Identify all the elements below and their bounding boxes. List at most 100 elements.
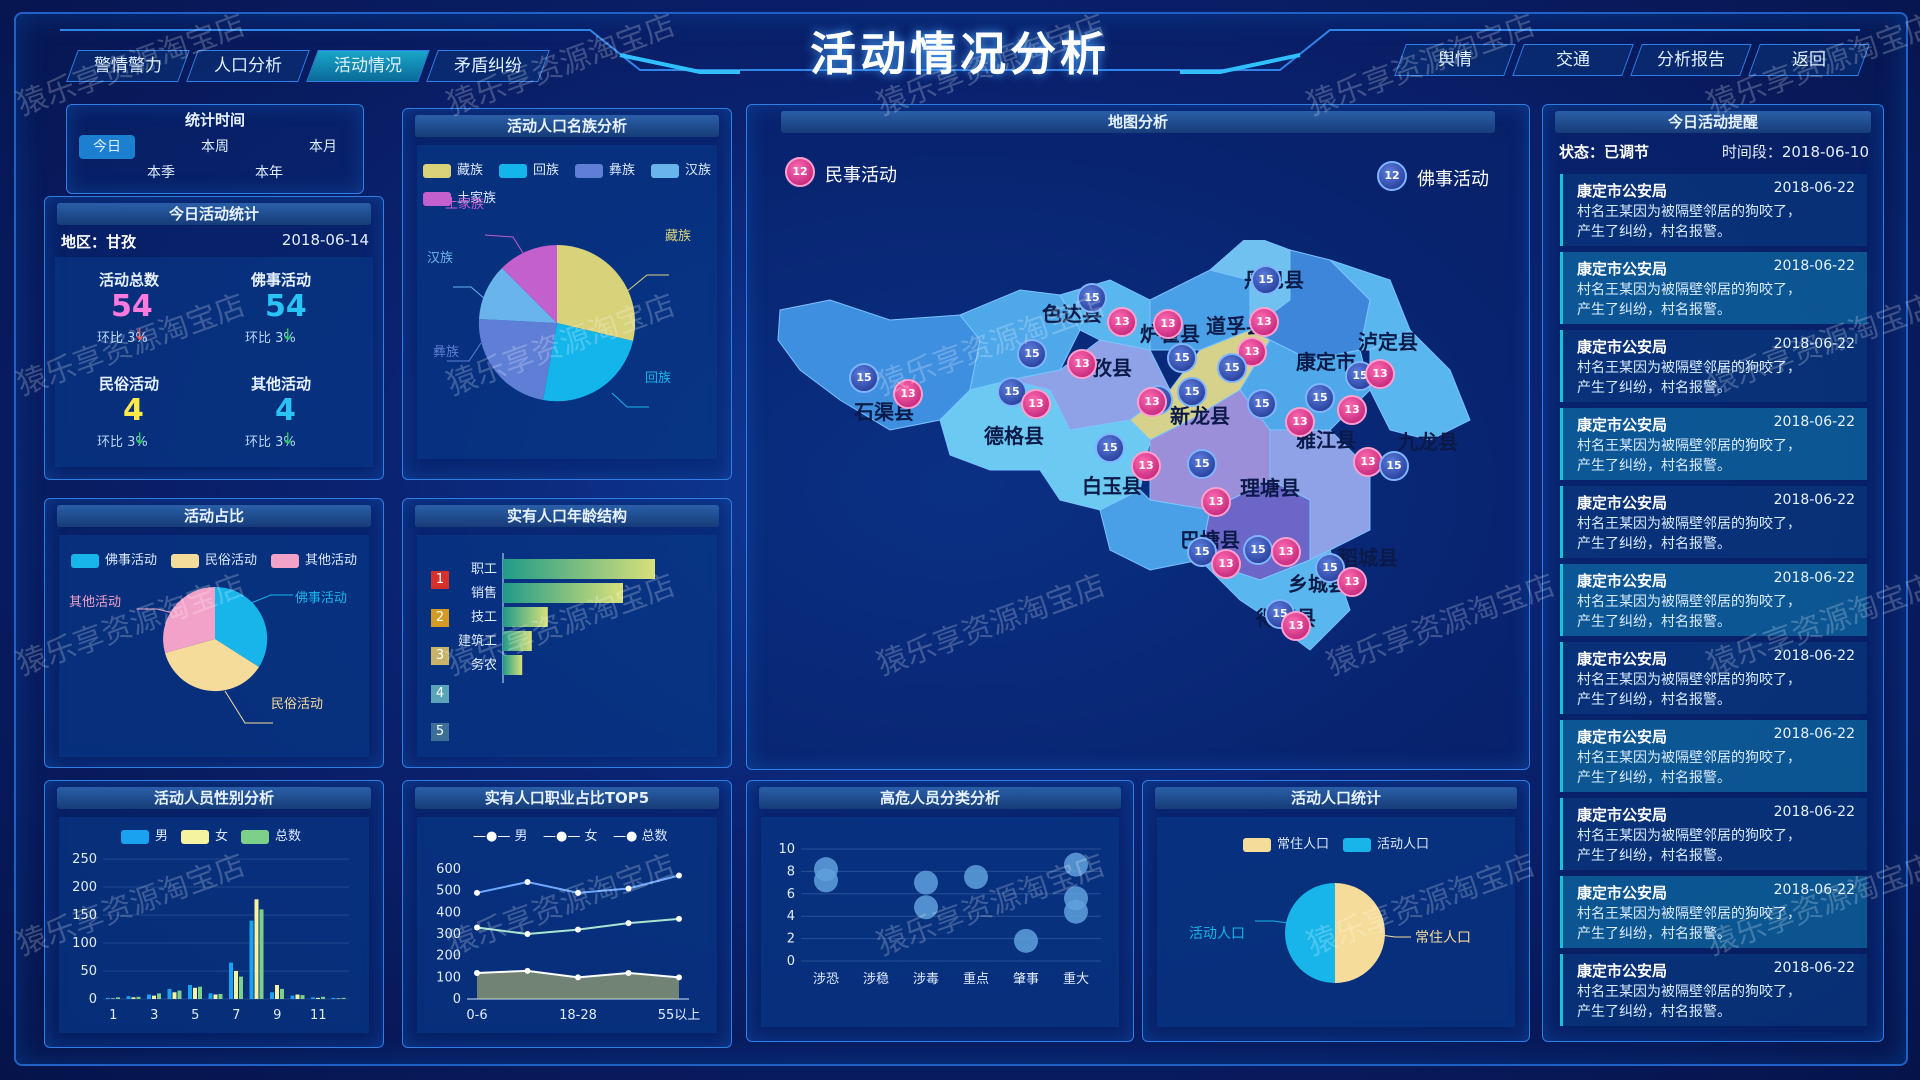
gender-bar [218,993,223,999]
reminder-item[interactable]: 康定市公安局 2018-06-22 村名王某因为被隔壁邻居的狗咬了，产生了纠纷，村名… [1560,252,1867,324]
tab-police[interactable]: 警情警力 [66,50,190,82]
reminder-item[interactable]: 康定市公安局 2018-06-22 村名王某因为被隔壁邻居的狗咬了，产生了纠纷，村名… [1560,330,1867,402]
reminder-text: 村名王某因为被隔壁邻居的狗咬了，产生了纠纷，村名报警。 [1577,360,1801,396]
reminder-item[interactable]: 康定市公安局 2018-06-22 村名王某因为被隔壁邻居的狗咬了，产生了纠纷，村名… [1560,174,1867,246]
reminder-title: 今日活动提醒 [1555,111,1871,133]
legend-other: 其他活动 [271,549,357,568]
buddhist-activity-marker[interactable]: 15 [1247,389,1277,419]
occupation-title: 实有人口职业占比TOP5 [415,787,719,809]
reminder-date: 2018-06-22 [1773,492,1855,508]
gender-bar-chart: 250 200 150 100 50 01 3 5 7 9 11 [72,852,349,1023]
buddhist-activity-marker[interactable]: 15 [1167,343,1197,373]
gender-bar [270,992,274,999]
buddhist-activity-marker[interactable]: 15 [1077,283,1107,313]
buddhist-activity-marker[interactable]: 15 [849,363,879,393]
time-option-today[interactable]: 今日 [79,135,135,159]
tab-population[interactable]: 人口分析 [186,50,310,82]
gender-bar [249,920,254,999]
buddhist-activity-marker[interactable]: 15 [1379,451,1409,481]
risk-point [914,870,938,895]
reminder-item[interactable]: 康定市公安局 2018-06-22 村名王某因为被隔壁邻居的狗咬了，产生了纠纷，村名… [1560,486,1867,558]
civil-activity-marker[interactable]: 13 [1337,567,1367,597]
gender-bar [147,994,151,999]
buddhist-activity-marker[interactable]: 15 [1251,265,1281,295]
tab-traffic[interactable]: 交通 [1512,44,1634,76]
reminder-date: 2018-06-22 [1773,804,1855,820]
series-male-point [676,872,682,879]
reminder-item[interactable]: 康定市公安局 2018-06-22 村名王某因为被隔壁邻居的狗咬了，产生了纠纷，村名… [1560,720,1867,792]
civil-activity-marker[interactable]: 13 [1021,389,1051,419]
civil-activity-marker[interactable]: 13 [1201,487,1231,517]
time-option-week[interactable]: 本周 [187,135,243,159]
tab-public-opinion[interactable]: 舆情 [1394,44,1516,76]
gender-bar [177,990,182,999]
civil-activity-marker[interactable]: 13 [1249,307,1279,337]
buddhist-activity-marker[interactable]: 15 [1217,353,1247,383]
reminder-org: 康定市公安局 [1577,884,1668,902]
civil-activity-marker[interactable]: 13 [1107,307,1137,337]
buddhist-activity-marker[interactable]: 15 [1187,449,1217,479]
reminder-period: 时间段：2018-06-10 [1721,143,1869,161]
buddhist-activity-marker[interactable]: 15 [1177,377,1207,407]
series-female-point [474,924,480,931]
buddhist-activity-marker[interactable]: 15 [1017,339,1047,369]
reminder-text: 村名王某因为被隔壁邻居的狗咬了，产生了纠纷，村名报警。 [1577,204,1801,240]
civil-activity-marker[interactable]: 13 [1337,395,1367,425]
stat-buddhist-value: 54 [265,289,307,324]
reminder-org: 康定市公安局 [1577,338,1668,356]
time-option-year[interactable]: 本年 [241,161,297,185]
civil-activity-marker[interactable]: 13 [1131,451,1161,481]
civil-activity-marker[interactable]: 13 [1285,407,1315,437]
reminder-text: 村名王某因为被隔壁邻居的狗咬了，产生了纠纷，村名报警。 [1577,282,1801,318]
gender-bar [259,909,264,999]
reminder-org: 康定市公安局 [1577,416,1668,434]
reminder-item[interactable]: 康定市公安局 2018-06-22 村名王某因为被隔壁邻居的狗咬了，产生了纠纷，村名… [1560,798,1867,870]
map-title: 地图分析 [781,111,1495,133]
reminder-date: 2018-06-22 [1773,258,1855,274]
slice-label-han: 汉族 [427,251,454,266]
reminder-text: 村名王某因为被隔壁邻居的狗咬了，产生了纠纷，村名报警。 [1577,516,1801,552]
gender-bar [157,993,161,999]
time-option-month[interactable]: 本月 [295,135,351,159]
gender-bar [321,996,325,999]
pie-slice-resident [1335,883,1385,983]
x-category-label: 肇事 [1013,972,1039,987]
civil-activity-marker[interactable]: 13 [1067,349,1097,379]
reminder-item[interactable]: 康定市公安局 2018-06-22 村名王某因为被隔壁邻居的狗咬了，产生了纠纷，村名… [1560,408,1867,480]
civil-activity-marker[interactable]: 13 [893,379,923,409]
reminder-item[interactable]: 康定市公安局 2018-06-22 村名王某因为被隔壁邻居的狗咬了，产生了纠纷，村名… [1560,954,1867,1026]
series-male-point [474,889,480,896]
gender-bar [239,976,243,999]
civil-activity-marker[interactable]: 13 [1211,549,1241,579]
buddhist-activity-marker[interactable]: 15 [1243,535,1273,565]
age-category-label: 职工 [471,562,497,577]
gender-title: 活动人员性别分析 [57,787,371,809]
ethnic-panel: 活动人口名族分析 藏族 回族 彝族 汉族 土家族 藏族 回族 彝族 汉族 土家族 [402,108,732,480]
buddhist-activity-marker[interactable]: 15 [1095,433,1125,463]
population-title: 活动人口统计 [1155,787,1517,809]
gender-bar [295,994,300,999]
x-tick-label: 11 [310,1008,327,1023]
legend-active: 活动人口 [1343,833,1429,852]
tab-activity[interactable]: 活动情况 [306,50,430,82]
civil-activity-marker[interactable]: 13 [1365,359,1395,389]
tab-dispute[interactable]: 矛盾纠纷 [426,50,550,82]
gender-bar [131,997,136,999]
gender-bar [111,998,115,999]
gender-bar [136,996,141,999]
civil-activity-marker[interactable]: 13 [1271,537,1301,567]
y-tick-label: 400 [436,905,461,920]
tab-back[interactable]: 返回 [1748,44,1870,76]
series-male-point [524,879,531,885]
reminder-date: 2018-06-22 [1773,180,1855,196]
reminder-item[interactable]: 康定市公安局 2018-06-22 村名王某因为被隔壁邻居的狗咬了，产生了纠纷，村名… [1560,642,1867,714]
reminder-item[interactable]: 康定市公安局 2018-06-22 村名王某因为被隔壁邻居的狗咬了，产生了纠纷，村名… [1560,876,1867,948]
civil-activity-marker[interactable]: 13 [1281,611,1311,641]
time-option-quarter[interactable]: 本季 [133,161,189,185]
x-tick-label: 9 [273,1008,281,1023]
tab-report[interactable]: 分析报告 [1630,44,1752,76]
buddhist-activity-marker[interactable]: 15 [1305,383,1335,413]
civil-activity-marker[interactable]: 13 [1137,387,1167,417]
reminder-item[interactable]: 康定市公安局 2018-06-22 村名王某因为被隔壁邻居的狗咬了，产生了纠纷，村名… [1560,564,1867,636]
civil-activity-marker[interactable]: 13 [1153,309,1183,339]
